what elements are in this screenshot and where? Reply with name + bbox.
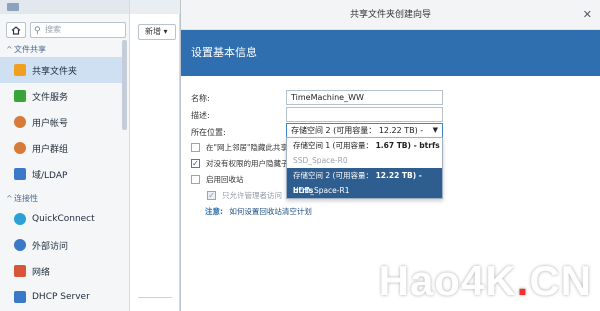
- location-dropdown-list: 存储空间 1 (可用容量： 1.67 TB) - btrfs SSD_Space…: [286, 137, 443, 199]
- chevron-up-icon: ^: [6, 194, 13, 203]
- home-icon: [11, 25, 21, 35]
- sidebar-item-user[interactable]: 用户帐号: [0, 109, 122, 135]
- sidebar-item-label: 外部访问: [32, 241, 69, 252]
- close-icon[interactable]: ✕: [583, 0, 592, 30]
- location-label: 所在位置:: [191, 128, 226, 137]
- dropdown-arrow-icon: ▼: [432, 126, 438, 134]
- option-hdd-space-group[interactable]: HDD_Space-R1: [287, 183, 442, 198]
- checkbox-checked-disabled[interactable]: ✓: [207, 191, 216, 200]
- search-icon: ⚲: [34, 26, 41, 36]
- watermark-logo: Hao4K.CN: [378, 257, 592, 304]
- sidebar-item-label: 网络: [32, 267, 51, 278]
- file-services-icon: [14, 90, 26, 102]
- sidebar-item-label: 域/LDAP: [32, 170, 68, 181]
- new-button[interactable]: 新增 ▾: [138, 24, 176, 40]
- sidebar-item-dhcp-server[interactable]: DHCP Server: [0, 284, 122, 310]
- content-panel: 新增 ▾: [130, 14, 180, 311]
- sidebar-item-external-access[interactable]: 外部访问: [0, 232, 122, 258]
- dhcp-icon: [14, 291, 26, 303]
- enable-recycle-bin-checkbox[interactable]: 启用回收站: [191, 174, 244, 185]
- sidebar-item-domain-ldap[interactable]: 域/LDAP: [0, 161, 122, 187]
- admin-only-checkbox[interactable]: ✓ 只允许管理者访问: [207, 190, 282, 201]
- checkbox-checked[interactable]: ✓: [191, 159, 200, 168]
- description-label: 描述:: [191, 111, 210, 120]
- chevron-down-icon: ▾: [163, 27, 168, 36]
- checkbox[interactable]: [191, 175, 200, 184]
- section-connectivity[interactable]: ^连接性: [0, 193, 130, 204]
- quickconnect-icon: [14, 213, 26, 225]
- sidebar-item-group[interactable]: 用户群组: [0, 135, 122, 161]
- sidebar-item-quickconnect[interactable]: QuickConnect: [0, 206, 122, 232]
- app-root: ⚲ 搜索 ^文件共享 共享文件夹 文件服务 用户帐号 用户群组 域/LDAP ^…: [0, 0, 600, 311]
- name-input[interactable]: TimeMachine_WW: [286, 90, 443, 105]
- checkbox[interactable]: [191, 143, 200, 152]
- sidebar-item-label: 共享文件夹: [32, 66, 78, 77]
- user-icon: [14, 116, 26, 128]
- wizard-title: 共享文件夹创建向导: [349, 10, 431, 20]
- sidebar-item-label: DHCP Server: [32, 292, 90, 302]
- description-input[interactable]: [286, 107, 443, 122]
- sidebar-item-label: 用户群组: [32, 144, 69, 155]
- sidebar-item-network[interactable]: 网络: [0, 258, 122, 284]
- name-label: 名称:: [191, 94, 210, 103]
- sidebar-scrollbar[interactable]: [122, 40, 127, 130]
- app-logo-icon: [7, 3, 19, 11]
- note-label: 注意:: [205, 207, 223, 216]
- sidebar-item-label: QuickConnect: [32, 214, 95, 224]
- option-volume-2[interactable]: 存储空间 2 (可用容量： 12.22 TB) - btrfs: [287, 168, 442, 195]
- divider: [138, 297, 172, 298]
- search-row: ⚲ 搜索: [6, 22, 126, 38]
- recycle-bin-note: 注意: 如何设置回收站清空计划: [205, 206, 312, 217]
- section-file-sharing[interactable]: ^文件共享: [0, 44, 130, 55]
- sidebar-item-file-services[interactable]: 文件服务: [0, 83, 122, 109]
- sidebar-item-label: 文件服务: [32, 92, 69, 103]
- sidebar-item-label: 用户帐号: [32, 118, 69, 129]
- location-select[interactable]: 存储空间 2 (可用容量： 12.22 TB) - btrfs ▼: [286, 123, 443, 148]
- globe-icon: [14, 239, 26, 251]
- wizard-step-header: 设置基本信息: [181, 30, 600, 76]
- domain-icon: [14, 168, 26, 180]
- folder-icon: [14, 64, 26, 76]
- recycle-schedule-link[interactable]: 如何设置回收站清空计划: [229, 207, 312, 216]
- search-input[interactable]: ⚲ 搜索: [30, 22, 126, 38]
- group-icon: [14, 142, 26, 154]
- sidebar: ⚲ 搜索 ^文件共享 共享文件夹 文件服务 用户帐号 用户群组 域/LDAP ^…: [0, 0, 130, 311]
- sidebar-item-shared-folder[interactable]: 共享文件夹: [0, 57, 122, 83]
- wizard-title-bar: 共享文件夹创建向导 ✕: [181, 0, 600, 30]
- home-button[interactable]: [6, 22, 26, 38]
- option-ssd-space-group: SSD_Space-R0: [293, 156, 348, 165]
- chevron-up-icon: ^: [6, 45, 13, 54]
- window-top-bar: [0, 0, 129, 14]
- search-placeholder: 搜索: [45, 25, 61, 34]
- network-icon: [14, 265, 26, 277]
- option-volume-1[interactable]: 存储空间 1 (可用容量： 1.67 TB) - btrfs: [287, 138, 442, 153]
